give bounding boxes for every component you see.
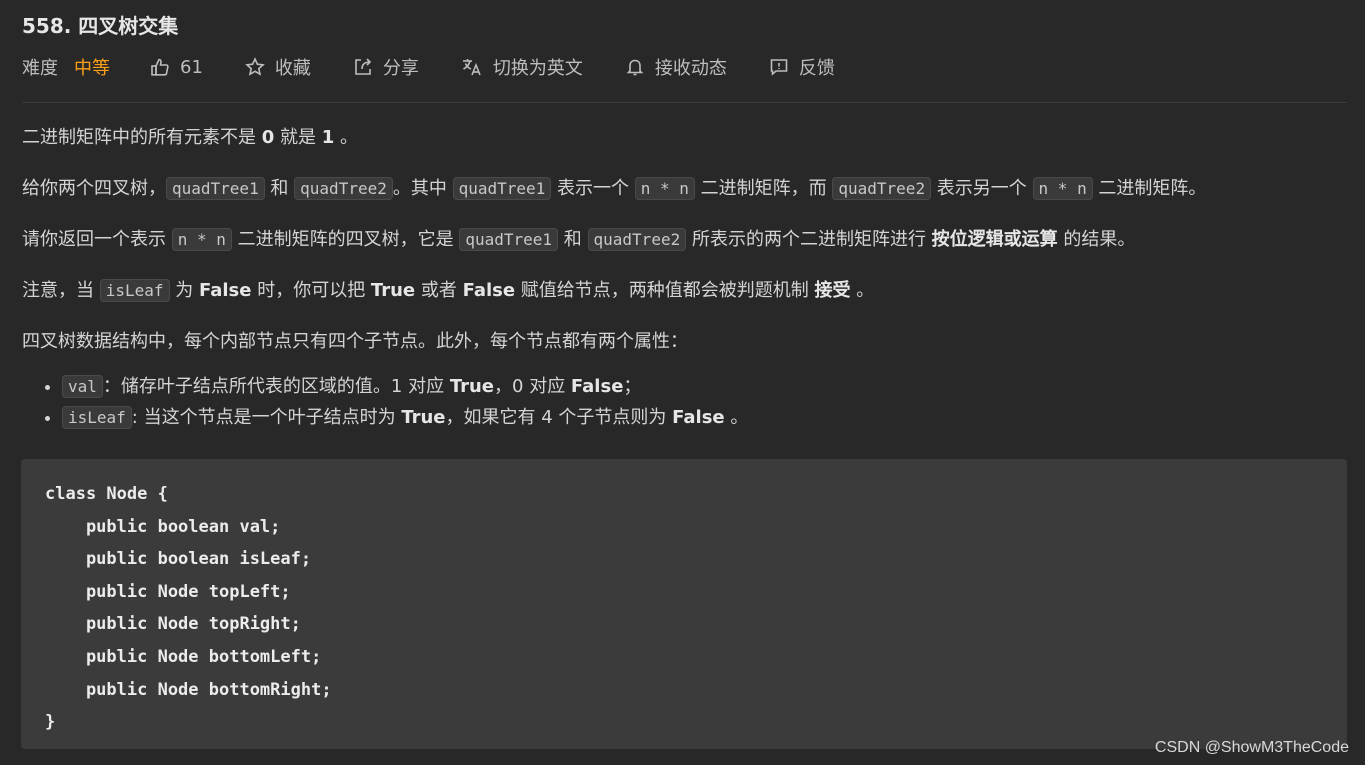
problem-page: 558. 四叉树交集 难度 中等 61 收藏 分享 切换为英文 接收动态 反馈 … (0, 0, 1365, 765)
inline-code: quadTree1 (452, 177, 552, 200)
bold-text: True (370, 280, 416, 301)
description-paragraph-4: 注意，当 isLeaf 为 False 时，你可以把 True 或者 False… (22, 277, 1347, 305)
inline-code: n * n (171, 228, 232, 251)
inline-code: quadTree2 (587, 228, 687, 251)
inline-code: isLeaf (99, 279, 170, 302)
inline-code: quadTree1 (166, 177, 265, 200)
share-button[interactable]: 分享 (353, 54, 419, 80)
text: 就是 (274, 127, 322, 148)
bold-text: 接受 (814, 280, 851, 301)
text: 和 (558, 229, 588, 250)
bold-text: 0 (261, 127, 275, 148)
attribute-list: val：储存叶子结点所代表的区域的值。1 对应 True，0 对应 False；… (22, 373, 1347, 432)
bold-text: False (198, 280, 252, 301)
feedback-icon (770, 59, 788, 76)
inline-code: n * n (634, 177, 695, 200)
feedback-button[interactable]: 反馈 (769, 54, 835, 80)
switch-language-button[interactable]: 切换为英文 (461, 54, 583, 80)
difficulty-label: 难度 (22, 58, 58, 79)
text: 为 (169, 280, 199, 301)
description-paragraph-2: 给你两个四叉树， quadTree1 和 quadTree2 。其中 quadTre… (22, 175, 1347, 203)
star-icon (245, 57, 265, 76)
text: 所表示的两个二进制矩阵进行 (686, 229, 932, 250)
feedback-label: 反馈 (798, 58, 835, 79)
inline-code: quadTree1 (459, 228, 559, 251)
translate-icon (462, 59, 481, 76)
text: 或者 (415, 280, 463, 301)
bold-text: False (570, 376, 624, 397)
difficulty-badge: 中等 (74, 58, 110, 79)
bold-text: False (462, 280, 516, 301)
text: 时，你可以把 (251, 280, 371, 301)
code-block: class Node { public boolean val; public … (21, 459, 1347, 749)
like-button[interactable]: 61 (150, 57, 203, 78)
bell-icon (626, 59, 644, 76)
text: 的结果。 (1057, 229, 1136, 250)
text: 。 (724, 407, 749, 428)
thumbs-up-icon (151, 58, 169, 76)
text: 二进制矩阵中的所有元素不是 (22, 127, 262, 148)
inline-code: quadTree2 (294, 177, 393, 200)
share-label: 分享 (382, 58, 419, 79)
header-divider (22, 102, 1347, 103)
text: 请你返回一个表示 (22, 229, 172, 250)
text: ：储存叶子结点所代表的区域的值。1 对应 (102, 376, 450, 397)
favorite-label: 收藏 (274, 58, 311, 79)
list-item: isLeaf: 当这个节点是一个叶子结点时为 True，如果它有 4 个子节点则… (62, 404, 1347, 432)
notify-button[interactable]: 接收动态 (625, 54, 727, 80)
share-icon (355, 58, 372, 75)
switch-language-label: 切换为英文 (492, 58, 583, 79)
description-paragraph-1: 二进制矩阵中的所有元素不是 0 就是 1 。 (22, 124, 1347, 152)
bold-text: True (401, 407, 446, 428)
bold-text: False (672, 407, 725, 428)
text: : 当这个节点是一个叶子结点时为 (131, 407, 402, 428)
text: 表示一个 (551, 178, 635, 199)
text: ，0 对应 (494, 376, 571, 397)
text: 二进制矩阵，而 (694, 178, 833, 199)
text: 。其中 (392, 178, 453, 199)
text: 表示另一个 (931, 178, 1033, 199)
text: 二进制矩阵的四叉树，它是 (231, 229, 460, 250)
problem-title: 558. 四叉树交集 (22, 14, 179, 38)
bold-text: True (449, 376, 495, 397)
list-item: val：储存叶子结点所代表的区域的值。1 对应 True，0 对应 False； (62, 373, 1347, 401)
text: ，如果它有 4 个子节点则为 (445, 407, 673, 428)
problem-description: 二进制矩阵中的所有元素不是 0 就是 1 。 给你两个四叉树， quadTree1… (22, 124, 1347, 435)
description-paragraph-5: 四叉树数据结构中，每个内部节点只有四个子节点。此外，每个节点都有两个属性： (22, 331, 688, 352)
like-count: 61 (180, 56, 203, 78)
text: 二进制矩阵。 (1092, 178, 1207, 199)
bold-text: 按位逻辑或运算 (931, 229, 1058, 250)
text: 赋值给节点，两种值都会被判题机制 (515, 280, 815, 301)
text: 。 (334, 127, 358, 148)
text: ； (623, 376, 642, 397)
bold-text: 1 (321, 127, 335, 148)
text: 和 (264, 178, 295, 199)
description-paragraph-3: 请你返回一个表示 n * n 二进制矩阵的四叉树，它是 quadTree1 和 … (22, 226, 1347, 254)
problem-meta-bar: 难度 中等 61 收藏 分享 切换为英文 接收动态 反馈 (22, 53, 877, 81)
notify-label: 接收动态 (654, 58, 727, 79)
inline-code: val (62, 375, 103, 398)
inline-code: isLeaf (62, 406, 132, 429)
inline-code: n * n (1032, 177, 1093, 200)
text: 。 (850, 280, 875, 301)
watermark: CSDN @ShowM3TheCode (1154, 739, 1349, 756)
favorite-button[interactable]: 收藏 (245, 54, 311, 80)
text: 注意，当 (22, 280, 100, 301)
inline-code: quadTree2 (832, 177, 932, 200)
text: 给你两个四叉树， (22, 178, 166, 199)
